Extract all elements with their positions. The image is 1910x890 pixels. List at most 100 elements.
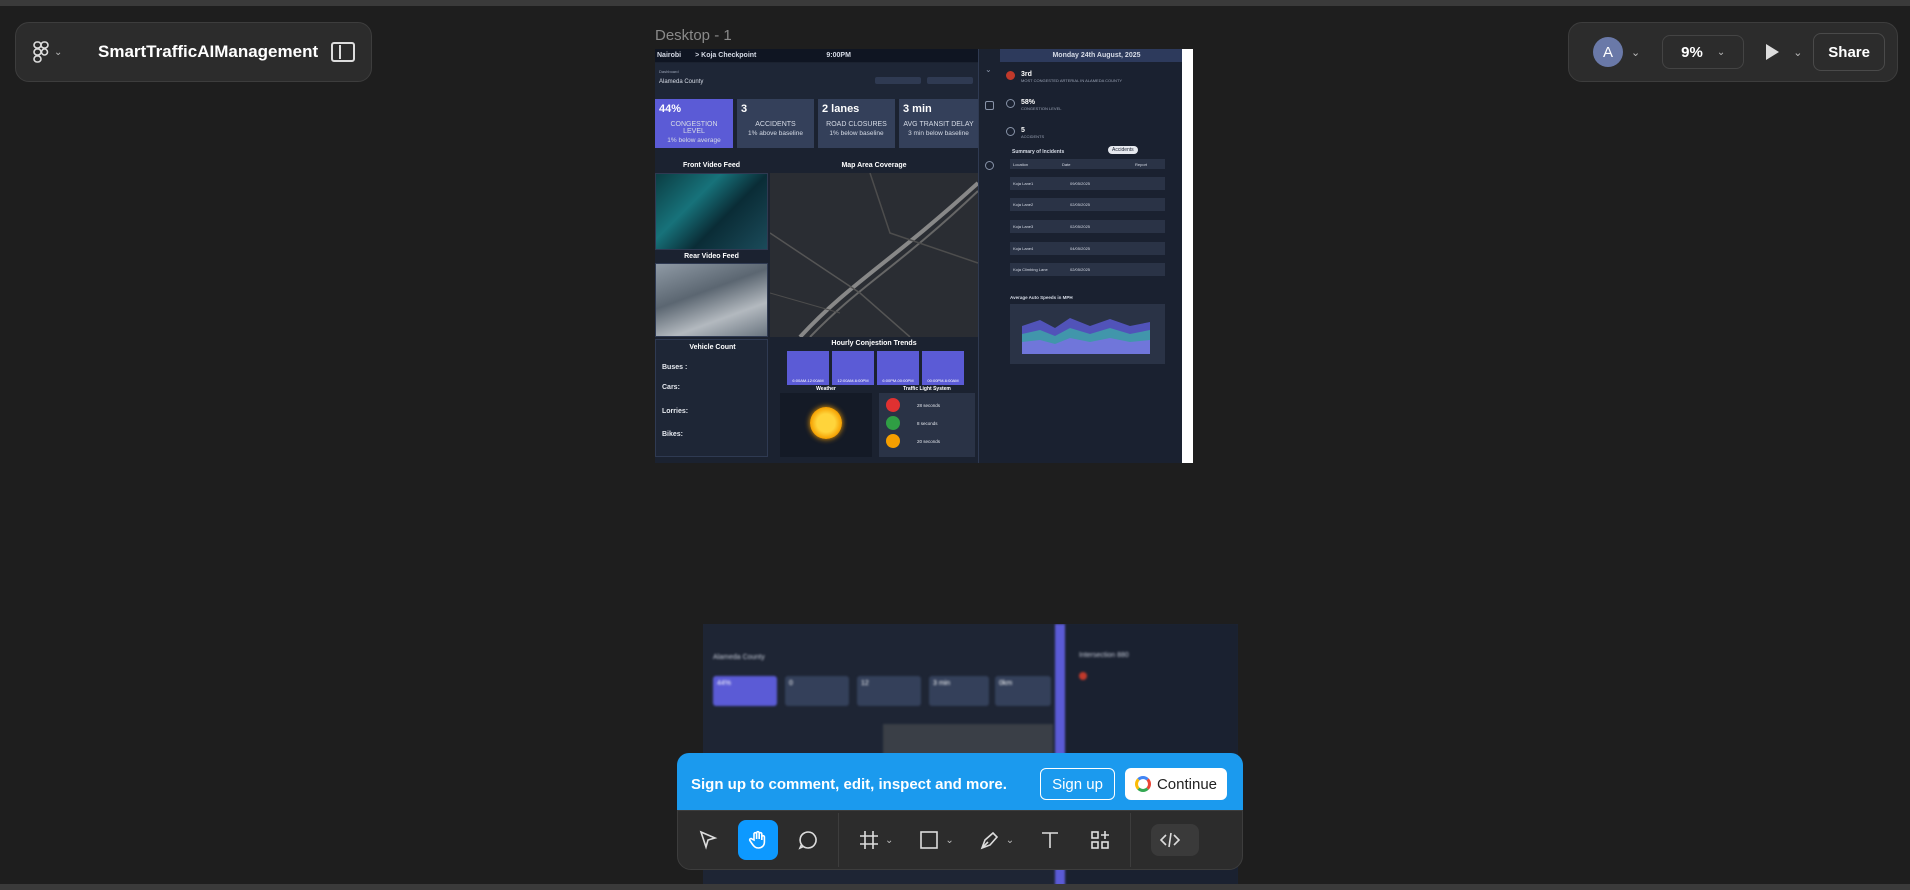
sign-up-button[interactable]: Sign up [1040, 768, 1115, 800]
stat-label: ACCIDENTS [1021, 134, 1045, 139]
signup-message: Sign up to comment, edit, inspect and mo… [691, 775, 1007, 793]
stat-label: CONGESTION LEVEL [1021, 106, 1062, 111]
sidebar-toggle-icon[interactable] [331, 42, 355, 62]
weather-title: Weather [816, 386, 836, 392]
kpi-note: 1% below average [667, 137, 721, 144]
incident-date: 02/05/2025 [1070, 224, 1091, 229]
frame2-county: Alameda County [713, 654, 765, 661]
chevron-down-icon[interactable]: ⌄ [885, 835, 893, 846]
hourly-trends-title: Hourly Conjestion Trends [831, 340, 917, 347]
gauge-icon [1006, 99, 1015, 108]
rear-video-feed [655, 263, 768, 337]
hourly-bar: 6:00PM-00:00PM [877, 351, 919, 385]
stat-value: 5 [1021, 127, 1025, 134]
kpi-label: CONGESTION LEVEL [670, 121, 718, 135]
map-title: Map Area Coverage [841, 162, 907, 169]
continue-label: Continue [1156, 775, 1217, 793]
frame-icon [860, 831, 878, 849]
front-video-title: Front Video Feed [682, 162, 741, 169]
hourly-bar: 12:00AM-6:00PM [832, 351, 874, 385]
incident-location: Koja Climbing Lane [1013, 267, 1048, 272]
traffic-light-panel: 28 seconds 8 seconds 20 seconds [879, 393, 975, 457]
comment-icon [798, 831, 817, 850]
kpi-card: 3 ACCIDENTS 1% above baseline [737, 99, 814, 148]
alert-icon [1079, 672, 1087, 680]
incident-date: 04/05/2025 [1070, 246, 1091, 251]
alert-icon [1006, 71, 1015, 80]
dashboard-header: Nairobi > Koja Checkpoint 9:00PM [655, 49, 978, 62]
bottom-toolbar: ⌄ ⌄ ⌄ [677, 810, 1243, 870]
kpi-label: ACCIDENTS [755, 121, 796, 128]
incident-row: Koja Lane4 04/05/2025 [1010, 242, 1165, 255]
chevron-down-icon[interactable]: ⌄ [1793, 46, 1802, 59]
vehicle-count-panel: Vehicle Count Buses : Cars: Lorries: Bik… [655, 339, 768, 457]
stat-value: 58% [1021, 99, 1036, 106]
cursor-icon [699, 830, 718, 850]
pen-tool[interactable] [970, 820, 1010, 860]
present-play-icon[interactable] [1766, 44, 1780, 60]
county-selector: Alameda County [659, 79, 704, 85]
frame2-kpi: 12 [857, 676, 921, 706]
chevron-down-icon[interactable]: ⌄ [945, 835, 953, 846]
shape-tool[interactable] [909, 820, 949, 860]
text-tool[interactable] [1030, 820, 1070, 860]
hourly-bar: 00:00PM-6:00AM [922, 351, 964, 385]
kpi-label: AVG TRANSIT DELAY [903, 121, 974, 128]
figma-logo-icon [33, 41, 49, 63]
date-bar: Monday 24th August, 2025 [1000, 49, 1193, 62]
kpi-card: 44% CONGESTION LEVEL 1% below average [655, 99, 733, 148]
zoom-dropdown[interactable]: 9% ⌄ [1662, 35, 1745, 69]
share-button[interactable]: Share [1813, 33, 1885, 71]
kpi-value: 3 min [903, 103, 932, 115]
chevron-down-icon[interactable]: ⌄ [1006, 835, 1014, 846]
rear-video-title: Rear Video Feed [684, 253, 739, 260]
map-icon [985, 101, 994, 110]
hand-icon [748, 830, 766, 849]
figma-menu-button[interactable]: ⌄ [32, 37, 76, 67]
weather-panel [780, 393, 872, 457]
desktop-frame[interactable]: Nairobi > Koja Checkpoint 9:00PM Dashboa… [655, 49, 1193, 463]
incident-location: Koja Lane4 [1013, 246, 1034, 251]
header-time: 9:00PM [826, 52, 851, 59]
pen-icon [980, 831, 998, 850]
incident-row: Koja Lane1 09/05/2025 [1010, 177, 1165, 190]
frame-edge [1182, 49, 1193, 463]
kpi-value: 2 lanes [822, 103, 860, 115]
traffic-light-title: Traffic Light System [903, 386, 951, 392]
speed-chart [1010, 304, 1165, 364]
incident-location: Koja Lane3 [1013, 224, 1034, 229]
frame2-title: Intersection 880 [1079, 652, 1129, 659]
continue-with-google-button[interactable]: Continue [1124, 768, 1227, 800]
stat-item: 58% CONGESTION LEVEL [1006, 99, 1061, 111]
incidents-header: Location Date Report [1010, 159, 1165, 169]
frame-tool[interactable] [849, 820, 889, 860]
vehicle-row: Bikes: [662, 431, 684, 438]
filter-dropdown [875, 77, 921, 84]
window-top-strip [0, 0, 1910, 6]
incident-location: Koja Lane2 [1013, 202, 1034, 207]
zoom-level: 9% [1681, 43, 1703, 61]
stat-item: 3rd MOST CONGESTED ARTERIAL IN ALAMEDA CO… [1006, 71, 1122, 83]
incident-date: 09/05/2025 [1070, 181, 1091, 186]
frame-label[interactable]: Desktop - 1 [655, 27, 732, 44]
hand-tool[interactable] [738, 820, 778, 860]
file-name[interactable]: SmartTrafficAIManagement [98, 42, 318, 62]
kpi-note: 1% below baseline [829, 130, 884, 137]
frame2-kpi: 0 [785, 676, 849, 706]
kpi-card: 3 min AVG TRANSIT DELAY 3 min below base… [899, 99, 978, 148]
dashboard-label: Dashboard [659, 69, 679, 74]
hourly-bar: 6:00AM-12:00AM [787, 351, 829, 385]
incident-row: Koja Lane3 02/05/2025 [1010, 220, 1165, 233]
dev-mode-toggle[interactable] [1151, 824, 1200, 856]
speed-chart-title: Average Auto Speeds in MPH [1010, 295, 1073, 300]
move-tool[interactable] [688, 820, 728, 860]
avatar[interactable]: A [1593, 37, 1623, 67]
red-light-duration: 28 seconds [917, 403, 941, 408]
chevron-down-icon[interactable]: ⌄ [1631, 46, 1640, 59]
frame2-kpi: 44% [713, 676, 777, 706]
comment-tool[interactable] [788, 820, 828, 860]
dashboard-subheader: Dashboard Alameda County [655, 63, 978, 99]
code-icon [1160, 832, 1181, 848]
header-city: Nairobi [657, 52, 682, 59]
resources-tool[interactable] [1080, 820, 1120, 860]
